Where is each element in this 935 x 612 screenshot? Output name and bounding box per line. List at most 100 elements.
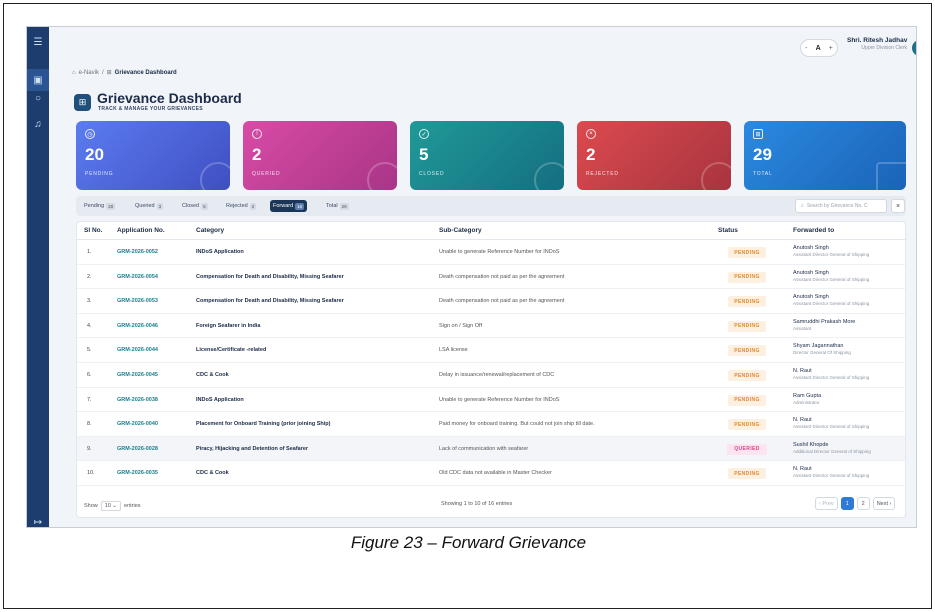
row-application-no[interactable]: GRM-2026-0054 (117, 274, 158, 280)
menu-icon[interactable]: ☰ (27, 31, 49, 53)
logout-icon[interactable]: ↦ (27, 511, 49, 528)
grid-icon (876, 162, 906, 190)
tab-queried[interactable]: Queried 3 (132, 200, 166, 212)
table-row[interactable]: 2. GRM-2026-0054 Compensation for Death an… (77, 265, 905, 290)
status-badge: PENDING (728, 247, 766, 258)
tab-count: 5 (201, 202, 208, 210)
bell-icon[interactable]: ♫ (27, 113, 49, 135)
font-size-control[interactable]: - A + (800, 39, 838, 57)
circle-icon[interactable]: ○ (27, 87, 49, 109)
row-category: Compensation for Death and Disability, M… (196, 273, 344, 280)
user-name: Shri. Ritesh Jadhav (847, 37, 908, 44)
table-footer: Show 10 ⌄ entries Showing 1 to 10 of 16 … (77, 492, 905, 518)
forwarded-designation: Assistant Director General of Shipping (793, 301, 870, 307)
forwarded-name: Ram Gupta (793, 392, 822, 399)
prev-page-button[interactable]: ‹ Prev (815, 497, 838, 510)
stat-card-rejected[interactable]: × 2 REJECTED (577, 121, 731, 190)
tab-label: Rejected (226, 203, 248, 209)
forwarded-name: Anutosh Singh (793, 245, 829, 251)
tab-rejected[interactable]: Rejected 2 (223, 200, 259, 212)
row-category: INDoS Application (196, 249, 244, 255)
forwarded-designation: Additional Director General of Shipping (793, 448, 871, 454)
breadcrumb-root[interactable]: e-Navik (79, 70, 99, 76)
table-row[interactable]: 10. GRM-2026-0035 CDC & Cook Old CDC data n… (77, 461, 905, 486)
row-application-no[interactable]: GRM-2026-0040 (117, 421, 158, 427)
dashboard-icon: ⊞ (106, 70, 112, 76)
home-icon[interactable]: ⌂ (72, 70, 76, 76)
row-sl-no: 8. (87, 421, 92, 428)
row-sl-no: 7. (87, 396, 92, 403)
search-input[interactable]: ⌕ Search by Grievance No. C (795, 199, 887, 213)
row-application-no[interactable]: GRM-2026-0044 (117, 347, 158, 353)
column-header: Application No. (117, 227, 165, 234)
figure-caption: Figure 23 – Forward Grievance (350, 533, 587, 552)
stat-label: REJECTED (586, 171, 619, 177)
tab-forward[interactable]: Forward 16 (270, 200, 308, 212)
table-row[interactable]: 9. GRM-2026-0028 Piracy, Hijacking and Det… (77, 436, 905, 462)
row-category: Foreign Seafarer in India (196, 322, 261, 329)
grid-icon: ⊞ (753, 129, 763, 139)
next-page-button[interactable]: Next › (872, 497, 896, 510)
column-header: Sub-Category (439, 227, 482, 234)
forwarded-designation: Director General Of Shipping (793, 350, 851, 356)
row-application-no[interactable]: GRM-2026-0038 (117, 397, 158, 403)
row-application-no[interactable]: GRM-2026-0052 (117, 249, 158, 255)
stat-label: TOTAL (753, 171, 773, 177)
row-application-no[interactable]: GRM-2026-0046 (117, 323, 158, 329)
stat-card-queried[interactable]: ! 2 QUERIED (243, 121, 397, 190)
tab-closed[interactable]: Closed 5 (179, 200, 211, 212)
tab-total[interactable]: Total 29 (323, 200, 352, 212)
row-application-no[interactable]: GRM-2026-0045 (117, 372, 158, 378)
row-sl-no: 5. (87, 347, 92, 354)
table-row[interactable]: 6. GRM-2026-0045 CDC & Cook Delay in issuan… (77, 363, 905, 388)
tab-count: 3 (156, 202, 164, 210)
column-header: Category (196, 227, 225, 234)
tab-count: 29 (339, 202, 349, 210)
table-row[interactable]: 4. GRM-2026-0046 Foreign Seafarer in India… (77, 314, 905, 339)
table-row[interactable]: 7. GRM-2026-0038 INDoS Application Unable t… (77, 388, 905, 413)
zoom-plus-button[interactable]: + (829, 45, 833, 52)
row-sl-no: 1. (87, 249, 92, 255)
row-sub-category: Old CDC data not available in Master Che… (439, 470, 552, 477)
tab-count: 2 (249, 202, 257, 210)
check-circle-icon: ✓ (419, 129, 429, 139)
stat-card-total[interactable]: ⊞ 29 TOTAL (744, 121, 906, 190)
breadcrumb-current: Grievance Dashboard (114, 69, 177, 76)
row-category: Placement for Onboard Training (prior jo… (196, 421, 331, 428)
table-row[interactable]: 8. GRM-2026-0040 Placement for Onboard Tra… (77, 412, 905, 437)
row-application-no[interactable]: GRM-2026-0035 (117, 470, 158, 476)
stat-count: 2 (586, 145, 596, 164)
row-sub-category: Unable to generate Reference Number for … (439, 396, 560, 403)
table-row[interactable]: 5. GRM-2026-0044 License/Certificate -rela… (77, 338, 905, 363)
table-row[interactable]: 3. GRM-2026-0053 Compensation for Death an… (77, 289, 905, 314)
page-button-2[interactable]: 2 (856, 497, 870, 510)
tab-pending[interactable]: Pending 20 (81, 200, 118, 212)
zoom-minus-button[interactable]: - (805, 45, 807, 52)
row-sub-category: Unable to generate Reference Number for … (439, 249, 560, 255)
clear-search-button[interactable]: × (891, 199, 905, 213)
forwarded-name: Anutosh Singh (793, 294, 829, 301)
row-forwarded-to: N. Raut Assistant Director General of Shi… (793, 368, 869, 380)
avatar[interactable]: RR (912, 40, 916, 56)
next-label: Next (876, 500, 888, 507)
forwarded-name: Samruddhi Prakash More (793, 318, 856, 325)
stat-card-pending[interactable]: ◷ 20 PENDING (76, 121, 230, 190)
page-size-select[interactable]: 10 ⌄ (100, 501, 122, 511)
x-circle-icon: × (586, 129, 596, 139)
search-icon: ⌕ (801, 203, 804, 209)
stat-card-closed[interactable]: ✓ 5 CLOSED (410, 121, 564, 190)
page-subtitle: TRACK & MANAGE YOUR GRIEVANCES (98, 106, 203, 112)
tab-label: Closed (182, 203, 200, 209)
row-category: Piracy, Hijacking and Detention of Seafa… (196, 445, 309, 452)
stat-label: PENDING (85, 171, 114, 177)
row-forwarded-to: N. Raut Assistant Director General of Shi… (793, 466, 869, 478)
page-button-1[interactable]: 1 (840, 497, 854, 510)
status-badge: PENDING (728, 419, 766, 431)
table-row[interactable]: 1. GRM-2026-0052 INDoS Application Unable t… (77, 240, 905, 265)
row-application-no[interactable]: GRM-2026-0028 (117, 446, 158, 452)
user-info: Shri. Ritesh Jadhav Upper Division Clerk (847, 37, 907, 51)
forwarded-name: Sushil Khopde (793, 441, 829, 448)
row-application-no[interactable]: GRM-2026-0053 (117, 298, 158, 304)
forwarded-name: N. Raut (793, 417, 812, 424)
page-title: Grievance Dashboard (97, 90, 242, 106)
